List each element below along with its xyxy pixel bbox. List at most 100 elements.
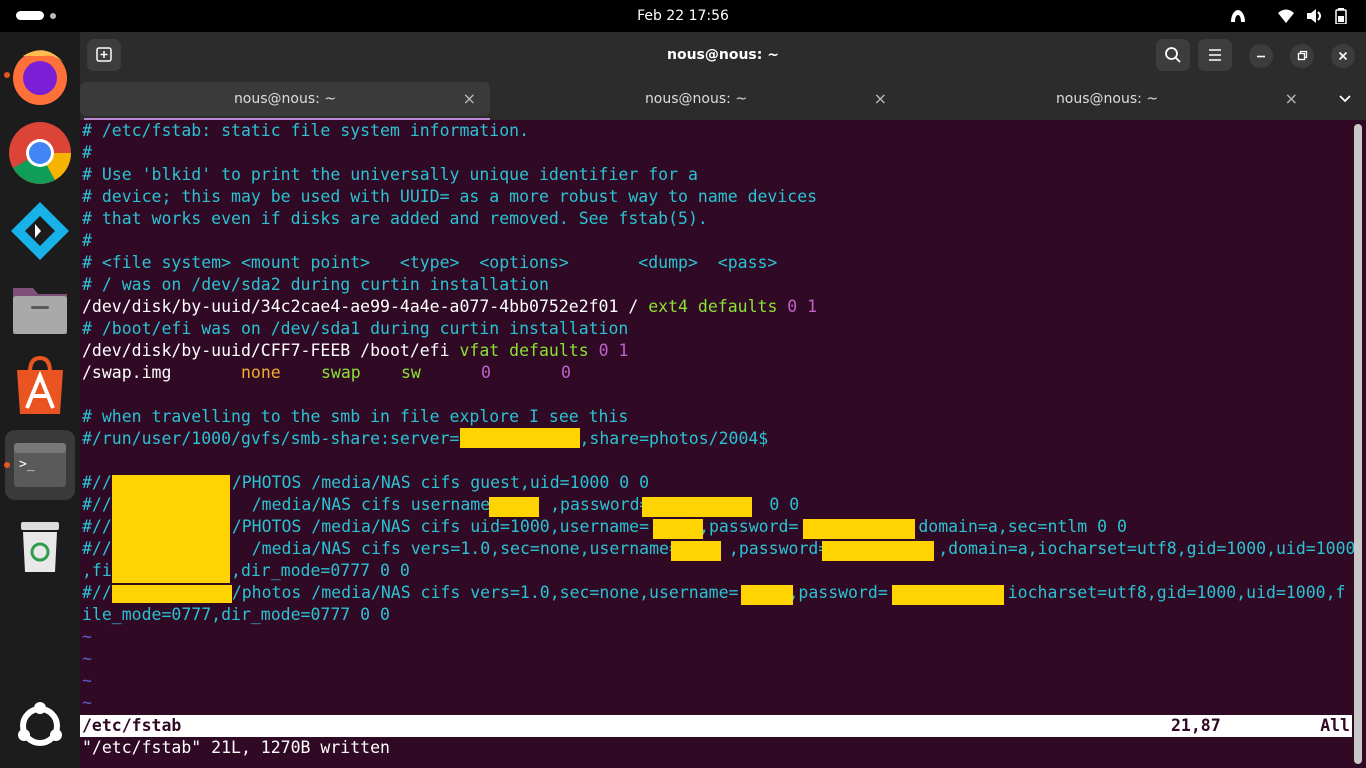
- terminal-line: /dev/disk/by-uuid/34c2cae4-ae99-4a4e-a07…: [82, 296, 817, 318]
- empty-line-tilde: ~: [82, 627, 92, 646]
- empty-line-tilde: ~: [82, 671, 92, 690]
- status-scroll: All: [1320, 716, 1350, 735]
- terminal-line: /dev/disk/by-uuid/CFF7-FEEB /boot/efi vf…: [82, 340, 628, 362]
- terminal-line: # when travelling to the smb in file exp…: [82, 407, 629, 426]
- redaction-box: [459, 428, 580, 448]
- menu-button[interactable]: [1198, 39, 1232, 71]
- redaction-box: [112, 475, 230, 583]
- wifi-icon[interactable]: [1277, 8, 1295, 24]
- text-segment: #//: [82, 539, 112, 558]
- terminal-line: # Use 'blkid' to print the universally u…: [82, 165, 698, 184]
- hamburger-menu-icon: [1209, 49, 1221, 61]
- tab-2[interactable]: nous@nous: ~ ×: [491, 82, 901, 116]
- redaction-box: [892, 585, 1004, 605]
- clock[interactable]: Feb 22 17:56: [0, 0, 1366, 32]
- text-segment: 0 0: [759, 495, 800, 514]
- minimize-button[interactable]: [1249, 44, 1273, 68]
- text-segment: ,domain=a,sec=ntlm 0 0: [908, 517, 1127, 536]
- title-bar[interactable]: nous@nous: ~: [80, 32, 1366, 78]
- terminal-line: # / was on /dev/sda2 during curtin insta…: [82, 275, 549, 294]
- terminal-line: #: [82, 143, 92, 162]
- dock-kodi[interactable]: [5, 196, 75, 266]
- terminal-line: # device; this may be used with UUID= as…: [82, 187, 818, 206]
- running-indicator: [4, 72, 10, 78]
- redaction-box: [642, 497, 752, 517]
- text-segment: #//: [82, 473, 112, 492]
- text-segment: /PHOTOS /media/NAS cifs guest,uid=1000 0…: [231, 473, 650, 492]
- tab-1[interactable]: nous@nous: ~ ×: [80, 82, 490, 116]
- status-cursor-position: 21,87: [1171, 716, 1221, 735]
- tab-3[interactable]: nous@nous: ~ ×: [902, 82, 1312, 116]
- dock-files[interactable]: [5, 274, 75, 344]
- dock-show-apps[interactable]: [5, 688, 75, 758]
- terminal-glyph: >_: [19, 457, 35, 472]
- restore-icon: [1297, 50, 1308, 61]
- tab-label: nous@nous: ~: [644, 91, 748, 107]
- tab-close-icon[interactable]: ×: [1285, 82, 1298, 116]
- empty-line-tilde: ~: [82, 649, 92, 668]
- text-segment: ,password=: [699, 517, 799, 536]
- text-segment: #//: [82, 517, 112, 536]
- fstab-mount-none: none: [241, 363, 281, 382]
- redaction-box: [489, 497, 539, 517]
- fstab-dump-pass: 0 1: [588, 341, 629, 360]
- chevron-down-icon: [1339, 95, 1351, 103]
- search-button[interactable]: [1156, 39, 1190, 71]
- terminal-line: #/run/user/1000/gvfs/smb-share:server= ,s…: [82, 428, 768, 450]
- fstab-type-options: vfat defaults: [459, 341, 589, 360]
- dock-trash[interactable]: [5, 510, 75, 580]
- fstab-options: sw: [401, 363, 421, 382]
- fstab-device: /dev/disk/by-uuid/CFF7-FEEB /boot/efi: [82, 341, 460, 360]
- dock-firefox[interactable]: [4, 40, 75, 110]
- text-segment: #//: [82, 583, 112, 602]
- tab-overview-button[interactable]: [1332, 86, 1358, 112]
- battery-icon[interactable]: [1335, 8, 1347, 25]
- terminal-window: nous@nous: ~ nous@nous: ~ × nous@nous: ~…: [80, 32, 1366, 768]
- text-segment: ,share=photos/2004$: [579, 429, 769, 448]
- app-center-icon: [17, 355, 63, 414]
- terminal-line: /swap.img: [82, 362, 171, 384]
- tab-label: nous@nous: ~: [1055, 91, 1159, 107]
- redaction-box: [741, 585, 793, 605]
- tab-bar: nous@nous: ~ × nous@nous: ~ × nous@nous:…: [80, 78, 1366, 120]
- running-indicator: [4, 462, 10, 468]
- maximize-button[interactable]: [1290, 44, 1314, 68]
- text-segment: #//: [82, 495, 112, 514]
- minimize-icon: [1257, 55, 1265, 58]
- text-segment: ,password=: [728, 539, 829, 558]
- notification-icon[interactable]: [1229, 8, 1247, 24]
- dock: >_: [0, 32, 80, 768]
- search-icon: [1165, 47, 1181, 63]
- terminal-content[interactable]: # /etc/fstab: static file system informa…: [80, 120, 1366, 768]
- terminal-line: #// /photos /media/NAS cifs vers=1.0,sec=…: [82, 582, 1345, 604]
- trash-icon: [21, 522, 59, 572]
- terminal-line: # that works even if disks are added and…: [82, 209, 708, 228]
- text-segment: #/run/user/1000/gvfs/smb-share:server=: [82, 429, 460, 448]
- redaction-box: [803, 519, 915, 539]
- volume-icon[interactable]: [1306, 8, 1324, 24]
- redaction-box: [112, 585, 232, 603]
- text-segment: /photos /media/NAS cifs vers=1.0,sec=non…: [231, 583, 739, 602]
- tab-close-icon[interactable]: ×: [463, 82, 476, 116]
- redaction-box: [822, 541, 934, 561]
- fstab-type-options: ext4 defaults: [648, 297, 778, 316]
- top-bar: Feb 22 17:56: [0, 0, 1366, 32]
- vim-message: "/etc/fstab" 21L, 1270B written: [82, 738, 390, 757]
- terminal-line: #: [82, 231, 92, 250]
- vim-status-line: /etc/fstab 21,87 All: [80, 715, 1352, 737]
- text-segment: /PHOTOS /media/NAS cifs uid=1000,usernam…: [231, 517, 650, 536]
- dock-terminal[interactable]: >_: [4, 430, 75, 500]
- dock-chrome[interactable]: [5, 118, 75, 188]
- text-segment: ,password=: [550, 495, 650, 514]
- terminal-line: # /boot/efi was on /dev/sda1 during curt…: [82, 319, 629, 338]
- firefox-icon: [13, 50, 67, 105]
- text-segment: ,iocharset=utf8,gid=1000,uid=1000,f: [997, 583, 1346, 602]
- fstab-pass: 0: [561, 363, 571, 382]
- kodi-icon: [11, 202, 69, 260]
- redaction-box: [653, 519, 703, 539]
- dock-app-center[interactable]: [5, 352, 75, 422]
- terminal-line: ile_mode=0777,dir_mode=0777 0 0: [82, 605, 390, 624]
- scrollbar[interactable]: [1354, 124, 1362, 764]
- close-window-button[interactable]: [1331, 44, 1355, 68]
- tab-close-icon[interactable]: ×: [874, 82, 887, 116]
